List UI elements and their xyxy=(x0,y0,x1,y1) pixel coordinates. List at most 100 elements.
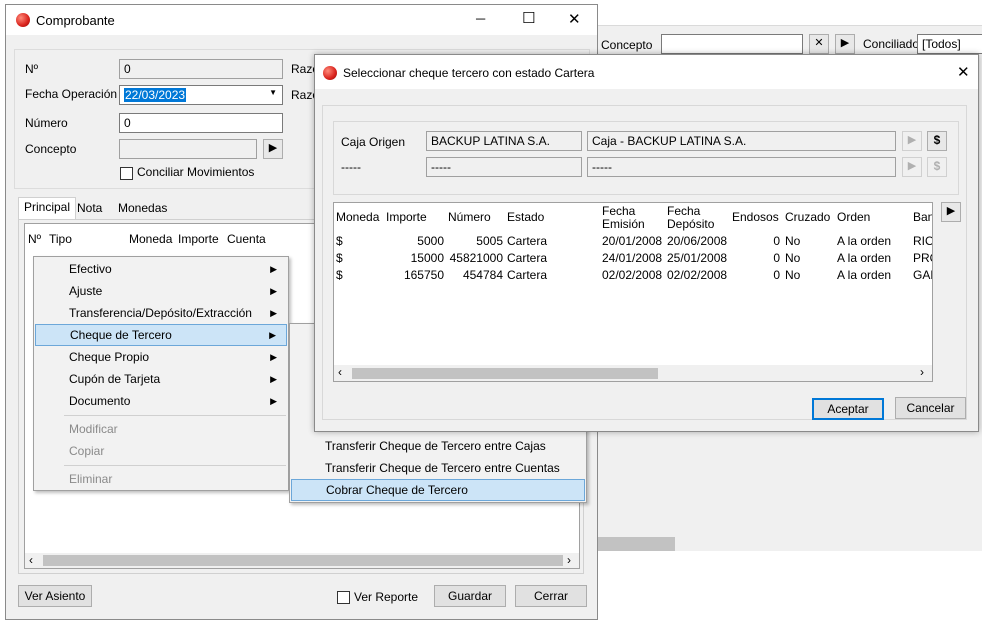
maximize-icon[interactable]: ☐ xyxy=(522,9,535,27)
caja-origen-label: Caja Origen xyxy=(341,135,406,149)
scroll-thumb[interactable] xyxy=(352,368,658,379)
scroll-right-icon[interactable]: › xyxy=(567,553,571,567)
cell-numero: 454784 xyxy=(462,268,503,282)
fecha-operacion-label: Fecha Operación xyxy=(25,87,118,101)
grid-scrollbar[interactable]: ‹ › xyxy=(25,553,579,568)
col-line-2: Emisión xyxy=(602,217,645,231)
menu-item-cheque-propio[interactable]: Cheque Propio ▶ xyxy=(35,346,287,368)
comprobante-titlebar: Comprobante ─ ☐ ✕ xyxy=(6,5,597,35)
cell-fecha-deposito: 25/01/2008 xyxy=(667,251,728,265)
tab-principal[interactable]: Principal xyxy=(18,197,77,219)
ver-asiento-button[interactable]: Ver Asiento xyxy=(18,585,92,607)
cell-estado: Cartera xyxy=(507,234,548,248)
cell-importe: 5000 xyxy=(417,234,444,248)
conciliar-label: Conciliar Movimientos xyxy=(137,165,255,179)
menu-item-label: Transferir Cheque de Tercero entre Cajas xyxy=(325,439,546,453)
row2-dollar-button[interactable]: $ xyxy=(927,157,947,177)
menu-item-transferencia[interactable]: Transferencia/Depósito/Extracción ▶ xyxy=(35,302,287,324)
col-endosos[interactable]: Endosos xyxy=(732,211,779,224)
tab-nota[interactable]: Nota xyxy=(72,199,107,219)
concepto-play-button[interactable]: ▶ xyxy=(263,139,283,159)
col-moneda[interactable]: Moneda xyxy=(336,211,379,224)
close-icon[interactable]: ✕ xyxy=(957,63,970,81)
conciliar-checkbox[interactable] xyxy=(120,167,133,180)
col-line-2: Depósito xyxy=(667,217,715,231)
cell-cruzado: No xyxy=(785,251,801,265)
grid-columns-button[interactable]: ▶ xyxy=(941,202,961,222)
cheques-grid[interactable]: Moneda Importe Número Estado Fecha Emisi… xyxy=(333,202,933,382)
col-fecha-deposito[interactable]: Fecha Depósito xyxy=(667,205,714,231)
col-importe[interactable]: Importe xyxy=(178,232,219,246)
menu-item-documento[interactable]: Documento ▶ xyxy=(35,390,287,412)
numero-input[interactable]: 0 xyxy=(119,113,283,133)
cell-fecha-deposito: 02/02/2008 xyxy=(667,268,728,282)
menu-item-label: Ajuste xyxy=(69,284,103,298)
cell-importe: 15000 xyxy=(410,251,444,265)
col-fecha-emision[interactable]: Fecha Emisión xyxy=(602,205,645,231)
scroll-right-icon[interactable]: › xyxy=(920,365,924,379)
scroll-left-icon[interactable]: ‹ xyxy=(29,553,33,567)
cell-endosos: 0 xyxy=(773,234,780,248)
table-row[interactable]: $ 165750 454784 Cartera 02/02/2008 02/02… xyxy=(334,268,932,285)
bg-concepto-input[interactable] xyxy=(661,34,803,54)
play-icon: ▶ xyxy=(268,142,278,154)
bg-scrollbar-thumb[interactable] xyxy=(597,537,675,551)
cell-cruzado: No xyxy=(785,268,801,282)
submenu-cobrar-cheque[interactable]: Cobrar Cheque de Tercero xyxy=(291,479,585,501)
cheques-scrollbar[interactable]: ‹ › xyxy=(334,365,932,381)
cell-estado: Cartera xyxy=(507,251,548,265)
menu-item-label: Transferencia/Depósito/Extracción xyxy=(69,306,252,320)
cell-endosos: 0 xyxy=(773,268,780,282)
submenu-transferir-cajas[interactable]: Transferir Cheque de Tercero entre Cajas xyxy=(291,435,585,457)
col-numero[interactable]: Número xyxy=(448,211,491,224)
col-cuenta[interactable]: Cuenta xyxy=(227,232,266,246)
minimize-icon[interactable]: ─ xyxy=(476,11,485,26)
col-banco[interactable]: Ban xyxy=(913,211,932,224)
chevron-down-icon[interactable]: ▼ xyxy=(269,88,277,97)
col-numero[interactable]: Nº xyxy=(28,232,41,246)
row2-play-button[interactable]: ▶ xyxy=(902,157,922,177)
caja-origen-play-button[interactable]: ▶ xyxy=(902,131,922,151)
cell-banco: PRO xyxy=(913,251,932,265)
aceptar-button[interactable]: Aceptar xyxy=(812,398,884,420)
cell-moneda: $ xyxy=(336,268,343,282)
caja-origen-empresa: BACKUP LATINA S.A. xyxy=(426,131,582,151)
row2-field-2: ----- xyxy=(587,157,896,177)
submenu-transferir-cuentas[interactable]: Transferir Cheque de Tercero entre Cuent… xyxy=(291,457,585,479)
scroll-left-icon[interactable]: ‹ xyxy=(338,365,342,379)
bg-play-button[interactable]: ▶ xyxy=(835,34,855,54)
fecha-operacion-picker[interactable]: 22/03/2023 ▼ xyxy=(119,85,283,105)
dialog-titlebar: Seleccionar cheque tercero con estado Ca… xyxy=(315,55,978,89)
caja-origen-dollar-button[interactable]: $ xyxy=(927,131,947,151)
menu-item-cheque-tercero[interactable]: Cheque de Tercero ▶ xyxy=(35,324,287,346)
col-importe[interactable]: Importe xyxy=(386,211,427,224)
menu-item-ajuste[interactable]: Ajuste ▶ xyxy=(35,280,287,302)
ver-reporte-checkbox[interactable] xyxy=(337,591,350,604)
table-row[interactable]: $ 15000 45821000 Cartera 24/01/2008 25/0… xyxy=(334,251,932,268)
menu-item-label: Eliminar xyxy=(69,472,113,486)
menu-item-label: Efectivo xyxy=(69,262,112,276)
table-row[interactable]: $ 5000 5005 Cartera 20/01/2008 20/06/200… xyxy=(334,234,932,251)
col-cruzado[interactable]: Cruzado xyxy=(785,211,830,224)
fecha-operacion-value: 22/03/2023 xyxy=(124,88,187,102)
bg-clear-button[interactable]: ✕ xyxy=(809,34,829,54)
menu-item-label: Transferir Cheque de Tercero entre Cuent… xyxy=(325,461,560,475)
col-moneda[interactable]: Moneda xyxy=(129,232,172,246)
col-estado[interactable]: Estado xyxy=(507,211,544,224)
play-icon: ▶ xyxy=(907,160,917,172)
chevron-right-icon: ▶ xyxy=(270,396,277,406)
col-orden[interactable]: Orden xyxy=(837,211,870,224)
menu-item-efectivo[interactable]: Efectivo ▶ xyxy=(35,258,287,280)
dollar-icon: $ xyxy=(933,133,941,147)
cheque-dialog: Seleccionar cheque tercero con estado Ca… xyxy=(314,54,979,432)
close-icon[interactable]: ✕ xyxy=(568,10,581,28)
cancelar-button[interactable]: Cancelar xyxy=(895,397,966,419)
scroll-thumb[interactable] xyxy=(43,555,563,566)
cerrar-button[interactable]: Cerrar xyxy=(515,585,587,607)
tab-monedas[interactable]: Monedas xyxy=(113,199,172,219)
col-tipo[interactable]: Tipo xyxy=(49,232,72,246)
chevron-right-icon: ▶ xyxy=(270,374,277,384)
menu-item-cupon-tarjeta[interactable]: Cupón de Tarjeta ▶ xyxy=(35,368,287,390)
bg-conciliado-select[interactable]: [Todos] xyxy=(917,34,982,54)
guardar-button[interactable]: Guardar xyxy=(434,585,506,607)
